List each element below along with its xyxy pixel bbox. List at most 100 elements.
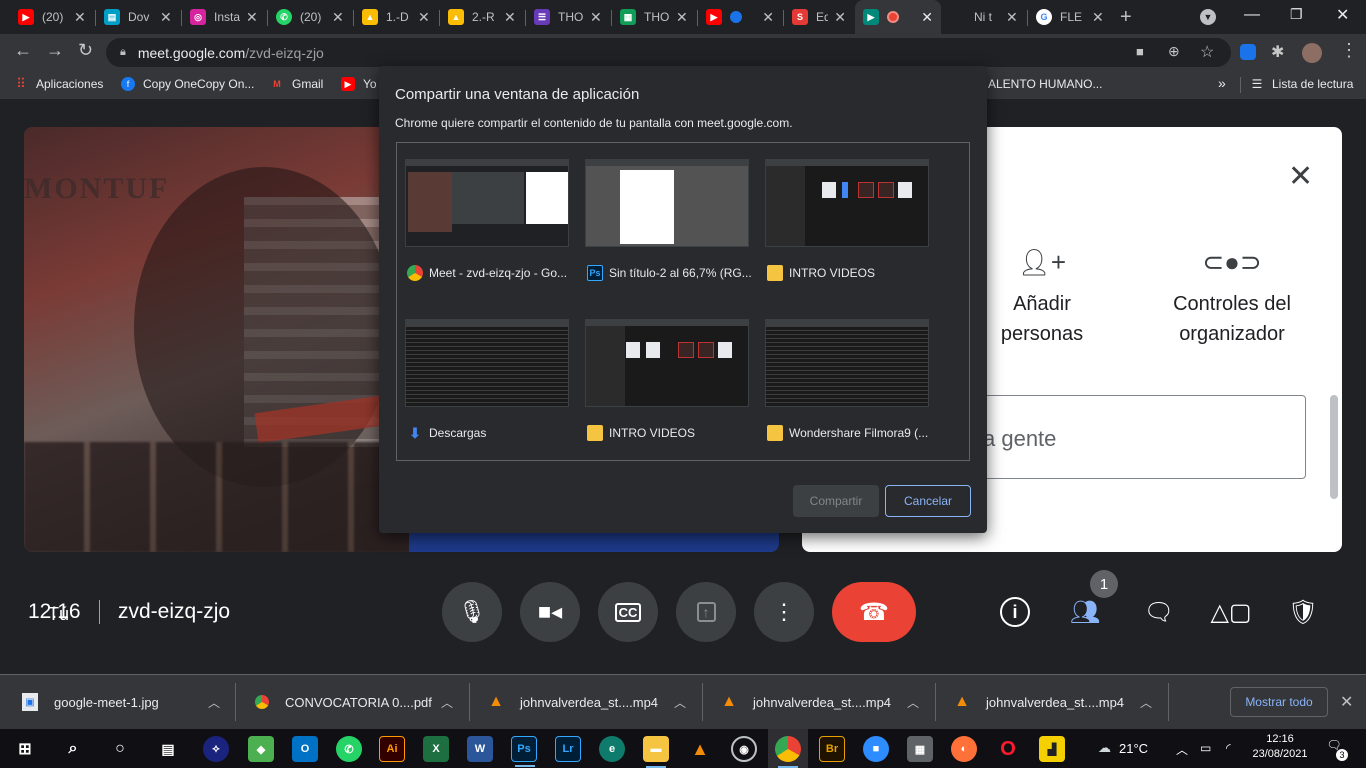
share-button[interactable]: Compartir <box>793 485 879 517</box>
tab-youtube-2[interactable]: ▶ ✕ <box>698 0 782 34</box>
new-tab-icon[interactable]: + <box>1120 6 1132 29</box>
download-item[interactable]: ▲ johnvalverdea_st....mp4 ︿ <box>954 675 1164 729</box>
chevron-up-icon[interactable]: ︿ <box>208 694 220 711</box>
restore-icon[interactable]: ❐ <box>1290 6 1303 23</box>
illustrator-icon[interactable]: Ai <box>379 736 405 762</box>
window-thumbnail[interactable] <box>585 159 749 247</box>
close-icon[interactable]: ✕ <box>160 9 172 26</box>
chevron-up-icon[interactable]: ︿ <box>907 694 919 711</box>
tab-edit[interactable]: S Edit ✕ <box>784 0 854 34</box>
bookmark-copyonecopy[interactable]: f Copy OneCopy On... <box>121 77 254 91</box>
present-button[interactable]: ↑ <box>676 582 736 642</box>
lightroom-icon[interactable]: Lr <box>555 736 581 762</box>
close-icon[interactable]: ✕ <box>1340 692 1353 712</box>
leave-call-button[interactable]: ☎︎ <box>832 582 916 642</box>
bookmark-gmail[interactable]: M Gmail <box>270 77 323 91</box>
activities-button[interactable]: △▢ <box>1210 595 1251 629</box>
window-label[interactable]: ⬇ Descargas <box>407 425 486 441</box>
weather-widget[interactable]: ☁ 21°C <box>1098 740 1148 756</box>
file-explorer-icon[interactable]: ▬ <box>643 736 669 768</box>
add-people-button[interactable]: 👤︎+ Añadir personas <box>982 247 1102 349</box>
chevron-up-icon[interactable]: ︿ <box>1176 741 1188 758</box>
tab-search-icon[interactable]: ▼ <box>1200 9 1216 25</box>
tab-drive-2[interactable]: ▲ 2.-R ✕ <box>440 0 524 34</box>
window-label[interactable]: Ps Sin título-2 al 66,7% (RG... <box>587 265 752 281</box>
host-controls-button[interactable]: ⊂●⊃ Controles del organizador <box>1154 247 1310 349</box>
close-icon[interactable]: ✕ <box>332 9 344 26</box>
windows-start-icon[interactable]: ⊞ <box>12 736 38 762</box>
minimize-icon[interactable]: — <box>1244 6 1260 24</box>
obs-icon[interactable]: ◉ <box>731 736 757 762</box>
window-thumbnail[interactable] <box>765 159 929 247</box>
extension-icon[interactable] <box>1240 44 1256 60</box>
chrome-icon[interactable] <box>775 736 801 768</box>
whatsapp-icon[interactable]: ✆ <box>336 736 362 762</box>
more-options-button[interactable]: ⋮ <box>754 582 814 642</box>
opera-icon[interactable]: O <box>995 736 1021 762</box>
battery-icon[interactable]: ▭ <box>1200 741 1211 755</box>
tab-whatsapp[interactable]: ✆ (20) ✕ <box>268 0 352 34</box>
window-label[interactable]: INTRO VIDEOS <box>587 425 695 441</box>
app-icon[interactable]: ⟡ <box>203 736 229 762</box>
show-all-downloads-button[interactable]: Mostrar todo <box>1230 687 1328 717</box>
close-icon[interactable]: ✕ <box>246 9 258 26</box>
menu-icon[interactable]: ⋮ <box>1340 40 1358 61</box>
vlc-icon[interactable]: ▲ <box>687 736 713 762</box>
window-thumbnail[interactable] <box>405 319 569 407</box>
zoom-icon[interactable]: ■ <box>863 736 889 762</box>
window-thumbnail[interactable] <box>405 159 569 247</box>
close-icon[interactable]: ✕ <box>1092 9 1104 26</box>
address-bar[interactable]: 🔒︎ meet.google.com/zvd-eizq-zjo ■ ⊕ ☆ <box>106 38 1231 67</box>
bluestacks-icon[interactable]: ◆ <box>248 736 274 762</box>
close-icon[interactable]: ✕ <box>74 9 86 26</box>
tab-sheets[interactable]: ▦ THO ✕ <box>612 0 696 34</box>
close-icon[interactable]: ✕ <box>1006 9 1018 26</box>
cancel-button[interactable]: Cancelar <box>885 485 971 517</box>
excel-icon[interactable]: X <box>423 736 449 762</box>
chevron-up-icon[interactable]: ︿ <box>1140 694 1152 711</box>
tab-ni[interactable]: Ni t ✕ <box>942 0 1026 34</box>
window-label[interactable]: INTRO VIDEOS <box>767 265 875 281</box>
tab-instagram[interactable]: ◎ Insta ✕ <box>182 0 266 34</box>
chat-button[interactable]: 🗨︎ <box>1142 595 1176 629</box>
chevron-up-icon[interactable]: ︿ <box>674 694 686 711</box>
extensions-puzzle-icon[interactable]: ✱ <box>1271 42 1284 62</box>
window-thumbnail[interactable] <box>765 319 929 407</box>
close-icon[interactable]: ✕ <box>590 9 602 26</box>
scrollbar[interactable] <box>1330 395 1338 499</box>
bookmark-talento[interactable]: ALENTO HUMANO... <box>988 77 1102 91</box>
camera-button[interactable]: ■◂ <box>520 582 580 642</box>
captions-button[interactable]: CC <box>598 582 658 642</box>
tab-drive-1[interactable]: ▲ 1.-D ✕ <box>354 0 438 34</box>
download-item[interactable]: ▲ johnvalverdea_st....mp4 ︿ <box>488 675 698 729</box>
window-close-icon[interactable]: ✕ <box>1336 5 1349 25</box>
forward-icon[interactable]: → <box>46 40 64 61</box>
more-bookmarks-icon[interactable]: » <box>1218 75 1226 91</box>
window-label[interactable]: Meet - zvd-eizq-zjo - Go... <box>407 265 567 281</box>
back-icon[interactable]: ← <box>14 40 32 61</box>
profile-avatar[interactable] <box>1302 43 1322 63</box>
close-icon[interactable]: ✕ <box>676 9 688 26</box>
zoom-icon[interactable]: ⊕ <box>1168 43 1180 60</box>
camera-in-use-icon[interactable]: ■ <box>1136 44 1144 59</box>
word-icon[interactable]: W <box>467 736 493 762</box>
outlook-icon[interactable]: O <box>292 736 318 762</box>
close-icon[interactable]: ✕ <box>762 9 774 26</box>
tab-google[interactable]: G FLE ✕ <box>1028 0 1112 34</box>
wifi-icon[interactable]: ◜ <box>1226 741 1231 755</box>
reading-list[interactable]: ☰ Lista de lectura <box>1250 77 1354 91</box>
bookmark-youtube[interactable]: ▶ Yo <box>341 77 377 91</box>
window-thumbnail[interactable] <box>585 319 749 407</box>
tab-dov[interactable]: ▤ Dov ✕ <box>96 0 180 34</box>
tab-meet-active[interactable]: ▶ ✕ <box>855 0 941 34</box>
edge-icon[interactable]: e <box>599 736 625 762</box>
calculator-icon[interactable]: ▦ <box>907 736 933 762</box>
cortana-icon[interactable]: ○ <box>107 736 133 762</box>
lock-icon[interactable]: 🔒︎ <box>120 46 126 59</box>
close-icon[interactable]: ✕ <box>834 9 846 26</box>
close-icon[interactable]: ✕ <box>1288 159 1313 194</box>
tab-youtube-1[interactable]: ▶ (20) ✕ <box>10 0 94 34</box>
close-icon[interactable]: ✕ <box>418 9 430 26</box>
download-item[interactable]: ▲ johnvalverdea_st....mp4 ︿ <box>721 675 931 729</box>
task-view-icon[interactable]: ▤ <box>155 736 181 762</box>
